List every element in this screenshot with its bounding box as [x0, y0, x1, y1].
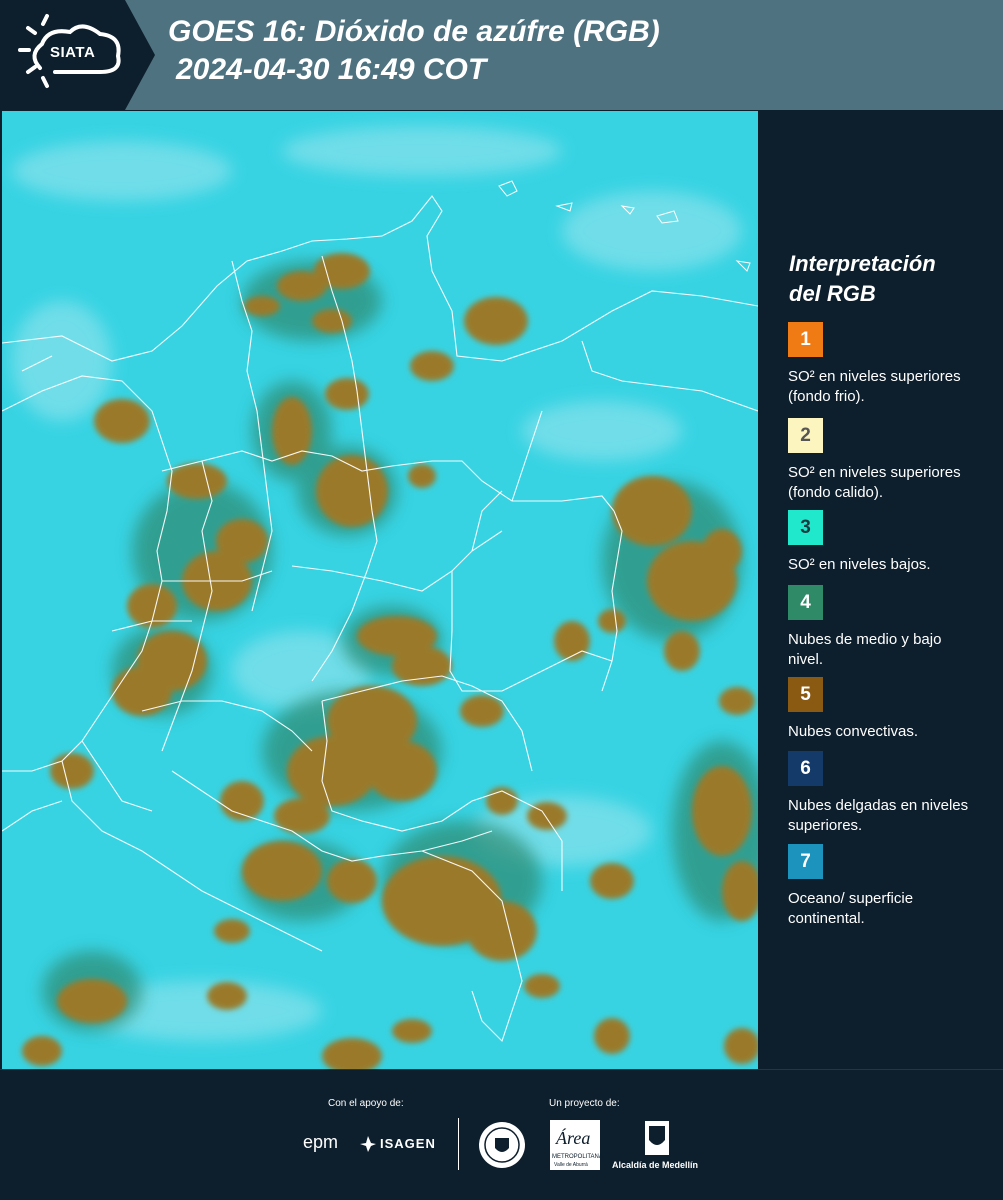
legend-title: Interpretación del RGB — [789, 249, 989, 309]
medellin-seal-icon — [477, 1120, 527, 1175]
legend-label-3: SO² en niveles bajos. — [788, 556, 931, 573]
page-title: GOES 16: Dióxido de azúfre (RGB) — [168, 15, 660, 48]
isagen-logo-text: ISAGEN — [380, 1136, 436, 1151]
legend-item-7: 7 Oceano/ superficie continental. — [788, 844, 988, 929]
legend-item-6: 6 Nubes delgadas en niveles superiores. — [788, 751, 988, 836]
footer-divider — [458, 1118, 459, 1170]
area-logo-sub: METROPOLITANA — [552, 1154, 603, 1160]
legend-title-line1: Interpretación — [789, 251, 936, 276]
area-metropolitana-logo: Área METROPOLITANA Valle de Aburrá — [550, 1120, 603, 1170]
isagen-icon — [360, 1136, 376, 1152]
legend-item-2: 2 SO² en niveles superiores (fondo calid… — [788, 418, 988, 503]
legend-swatch-7: 7 — [788, 844, 823, 879]
legend-swatch-4: 4 — [788, 585, 823, 620]
area-logo-text: Área — [556, 1128, 591, 1148]
legend-swatch-1: 1 — [788, 322, 823, 357]
siata-logo: SIATA — [0, 0, 155, 110]
satellite-map — [2, 111, 758, 1069]
siata-logo-text: SIATA — [50, 44, 96, 61]
legend-swatch-3: 3 — [788, 510, 823, 545]
header: SIATA GOES 16: Dióxido de azúfre (RGB) 2… — [0, 0, 1003, 110]
legend-panel: Interpretación del RGB 1 SO² en niveles … — [758, 111, 1003, 1069]
footer: Con el apoyo de: Un proyecto de: epm ISA… — [0, 1069, 1003, 1200]
project-label: Un proyecto de: — [549, 1098, 620, 1109]
legend-label-1: SO² en niveles superiores (fondo frio). — [788, 368, 961, 405]
legend-label-7: Oceano/ superficie continental. — [788, 890, 914, 927]
alcaldia-logo-text: Alcaldía de Medellín — [612, 1160, 699, 1170]
legend-label-2: SO² en niveles superiores (fondo calido)… — [788, 464, 961, 501]
alcaldia-shield-icon — [644, 1120, 670, 1161]
legend-label-4: Nubes de medio y bajo nivel. — [788, 631, 942, 668]
legend-item-5: 5 Nubes convectivas. — [788, 677, 988, 742]
legend-title-line2: del RGB — [789, 281, 876, 306]
legend-item-3: 3 SO² en niveles bajos. — [788, 510, 988, 575]
legend-label-6: Nubes delgadas en niveles superiores. — [788, 797, 969, 834]
legend-swatch-5: 5 — [788, 677, 823, 712]
page-subtitle: 2024-04-30 16:49 COT — [176, 53, 487, 86]
legend-label-5: Nubes convectivas. — [788, 723, 919, 740]
support-label: Con el apoyo de: — [328, 1098, 404, 1109]
legend-item-1: 1 SO² en niveles superiores (fondo frio)… — [788, 322, 988, 407]
legend-swatch-6: 6 — [788, 751, 823, 786]
epm-logo: epm — [303, 1132, 339, 1152]
legend-item-4: 4 Nubes de medio y bajo nivel. — [788, 585, 988, 670]
legend-swatch-2: 2 — [788, 418, 823, 453]
area-logo-sub2: Valle de Aburrá — [554, 1162, 588, 1168]
